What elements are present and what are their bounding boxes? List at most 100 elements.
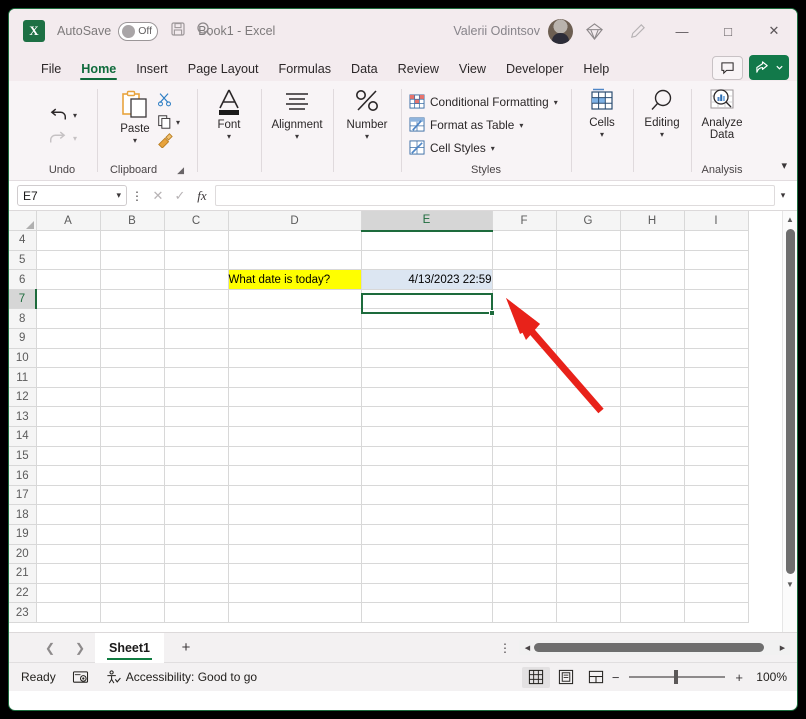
cell-c22[interactable]	[164, 583, 229, 604]
cell-a7[interactable]	[36, 289, 101, 310]
cell-c5[interactable]	[164, 250, 229, 271]
tab-data[interactable]: Data	[341, 62, 388, 81]
close-button[interactable]: ✕	[751, 9, 797, 53]
font-chevron-icon[interactable]: ▾	[227, 132, 231, 141]
row-header-14[interactable]: 14	[9, 426, 37, 447]
cell-d9[interactable]	[228, 328, 362, 349]
name-box[interactable]: E7 ▾	[17, 185, 127, 206]
cell-g13[interactable]	[556, 406, 621, 428]
row-header-5[interactable]: 5	[9, 250, 37, 271]
cell-b8[interactable]	[100, 308, 165, 330]
row-header-23[interactable]: 23	[9, 602, 37, 623]
cell-a13[interactable]	[36, 406, 101, 428]
spreadsheet-grid[interactable]: A B C D E F G H I 4 5 6 What date is tod…	[9, 211, 797, 632]
cell-f16[interactable]	[492, 465, 557, 486]
zoom-level[interactable]: 100%	[753, 670, 787, 684]
cell-styles-chevron-icon[interactable]: ▾	[491, 144, 495, 153]
cell-i10[interactable]	[684, 348, 749, 369]
tab-help[interactable]: Help	[573, 62, 619, 81]
row-header-21[interactable]: 21	[9, 563, 37, 584]
cell-h5[interactable]	[620, 250, 685, 271]
cell-i7[interactable]	[684, 289, 749, 310]
cell-g23[interactable]	[556, 602, 621, 623]
cell-a18[interactable]	[36, 504, 101, 525]
cell-c12[interactable]	[164, 387, 229, 408]
cell-styles-button[interactable]: Cell Styles ▾	[409, 137, 495, 159]
cell-b21[interactable]	[100, 563, 165, 584]
cell-f4[interactable]	[492, 230, 557, 251]
conditional-formatting-button[interactable]: Conditional Formatting ▾	[409, 91, 558, 113]
row-header-15[interactable]: 15	[9, 446, 37, 467]
normal-view-button[interactable]	[521, 666, 550, 688]
cell-b5[interactable]	[100, 250, 165, 271]
tab-page-layout[interactable]: Page Layout	[178, 62, 269, 81]
cell-h23[interactable]	[620, 602, 685, 623]
cell-f10[interactable]	[492, 348, 557, 369]
cell-e20[interactable]	[361, 544, 493, 565]
cell-d10[interactable]	[228, 348, 362, 369]
row-header-22[interactable]: 22	[9, 583, 37, 604]
cell-f15[interactable]	[492, 446, 557, 467]
cell-a23[interactable]	[36, 602, 101, 623]
cell-d7[interactable]	[228, 289, 362, 310]
cell-e15[interactable]	[361, 446, 493, 467]
vertical-scroll-thumb[interactable]	[785, 229, 795, 574]
cell-e4[interactable]	[361, 230, 493, 251]
cell-g20[interactable]	[556, 544, 621, 565]
cell-f20[interactable]	[492, 544, 557, 565]
cell-g18[interactable]	[556, 504, 621, 525]
format-painter-button[interactable]	[156, 132, 180, 153]
page-layout-view-button[interactable]	[552, 667, 580, 688]
cell-c11[interactable]	[164, 367, 229, 388]
analyze-data-button[interactable]: Analyze Data	[700, 87, 745, 141]
editing-button[interactable]: Editing ▾	[638, 87, 685, 139]
select-all-corner[interactable]	[9, 211, 37, 232]
cell-h16[interactable]	[620, 465, 685, 486]
cell-i11[interactable]	[684, 367, 749, 388]
column-header-h[interactable]: H	[620, 211, 685, 232]
cell-b17[interactable]	[100, 485, 165, 506]
cell-g5[interactable]	[556, 250, 621, 271]
scroll-left-icon[interactable]: ◀	[521, 644, 534, 652]
tab-formulas[interactable]: Formulas	[269, 62, 341, 81]
copy-chevron-icon[interactable]: ▾	[176, 118, 180, 127]
cell-a12[interactable]	[36, 387, 101, 408]
cell-a20[interactable]	[36, 544, 101, 565]
cell-c9[interactable]	[164, 328, 229, 349]
cell-g21[interactable]	[556, 563, 621, 584]
row-header-18[interactable]: 18	[9, 504, 37, 525]
sheet-prev-icon[interactable]: ❮	[35, 641, 65, 655]
cell-d4[interactable]	[228, 230, 362, 251]
cell-b10[interactable]	[100, 348, 165, 369]
row-header-16[interactable]: 16	[9, 465, 37, 486]
cell-b20[interactable]	[100, 544, 165, 565]
row-header-7[interactable]: 7	[9, 289, 37, 310]
cell-d19[interactable]	[228, 524, 362, 545]
conditional-formatting-chevron-icon[interactable]: ▾	[554, 98, 558, 107]
cell-h20[interactable]	[620, 544, 685, 565]
sheet-tab-sheet1[interactable]: Sheet1	[95, 632, 164, 663]
scroll-up-icon[interactable]: ▲	[786, 211, 794, 227]
cell-g17[interactable]	[556, 485, 621, 506]
cell-a11[interactable]	[36, 367, 101, 388]
cell-g15[interactable]	[556, 446, 621, 467]
enter-check-icon[interactable]: ✓	[169, 188, 191, 204]
cell-i4[interactable]	[684, 230, 749, 251]
cell-f5[interactable]	[492, 250, 557, 271]
tab-view[interactable]: View	[449, 62, 496, 81]
cell-g7[interactable]	[556, 289, 621, 310]
cell-f18[interactable]	[492, 504, 557, 525]
row-header-17[interactable]: 17	[9, 485, 37, 506]
cell-g14[interactable]	[556, 426, 621, 447]
tab-insert[interactable]: Insert	[126, 62, 178, 81]
cell-f6[interactable]	[492, 269, 557, 290]
cell-i22[interactable]	[684, 583, 749, 604]
cell-c10[interactable]	[164, 348, 229, 369]
cell-e13[interactable]	[361, 406, 493, 428]
row-header-8[interactable]: 8	[9, 308, 37, 330]
cell-f17[interactable]	[492, 485, 557, 506]
cell-e6[interactable]: 4/13/2023 22:59	[360, 269, 493, 290]
cell-d8[interactable]	[228, 308, 362, 330]
sheet-more-icon[interactable]: ⋮	[499, 641, 511, 655]
cell-h9[interactable]	[620, 328, 685, 349]
